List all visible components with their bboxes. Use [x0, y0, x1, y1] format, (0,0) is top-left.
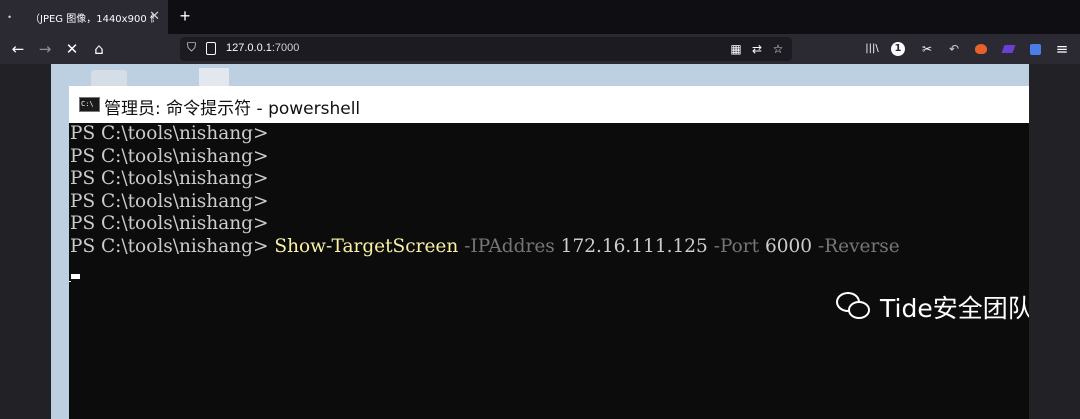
- bookmark-star-icon[interactable]: ☆: [770, 41, 786, 57]
- watermark-text: Tide安全团队: [880, 294, 1029, 323]
- powershell-console: PS C:\tools\nishang> PS C:\tools\nishang…: [69, 123, 1029, 419]
- screenshot-image: C:\ 管理员: 命令提示符 - powershell PS C:\tools\…: [51, 64, 1029, 419]
- param-token: -Port: [713, 235, 760, 257]
- back-button[interactable]: ←: [8, 39, 28, 59]
- extension-translate-icon[interactable]: [1026, 40, 1044, 58]
- menu-icon[interactable]: ≡: [1053, 40, 1071, 58]
- console-line: PS C:\tools\nishang>: [70, 123, 269, 144]
- arg-token: 6000: [764, 235, 813, 257]
- navigation-toolbar: ← → ✕ ⌂ ⛉ 127.0.0.1:7000 ▦ ⇄ ☆ |||\ 1 ✂ …: [0, 34, 1080, 64]
- tab-title: （JPEG 图像，1440x900 像素）: [30, 13, 154, 25]
- page-viewport: C:\ 管理员: 命令提示符 - powershell PS C:\tools\…: [0, 64, 1080, 419]
- home-button[interactable]: ⌂: [89, 39, 109, 59]
- arg-token: 172.16.111.125: [560, 235, 708, 257]
- new-tab-button[interactable]: +: [175, 6, 195, 26]
- tab-jpeg-image[interactable]: • （JPEG 图像，1440x900 像素） ✕: [0, 0, 168, 34]
- url-text[interactable]: 127.0.0.1:7000: [226, 42, 299, 54]
- translate-icon[interactable]: ⇄: [749, 41, 765, 57]
- stop-button[interactable]: ✕: [62, 39, 82, 59]
- console-line: PS C:\tools\nishang>: [70, 168, 269, 189]
- console-line: PS C:\tools\nishang>: [70, 213, 269, 234]
- console-line: PS C:\tools\nishang>: [70, 145, 269, 167]
- extension-purple-icon[interactable]: [999, 40, 1017, 58]
- tab-strip: • （JPEG 图像，1440x900 像素） ✕ +: [0, 0, 1080, 34]
- library-icon[interactable]: |||\: [863, 40, 881, 58]
- param-token: -Reverse: [817, 235, 900, 257]
- prompt-text: PS C:\tools\nishang>: [70, 235, 269, 257]
- tracking-shield-icon[interactable]: ⛉: [187, 40, 196, 55]
- wechat-icon: [834, 289, 874, 325]
- tab-close-icon[interactable]: ✕: [149, 9, 160, 23]
- account-badge-icon[interactable]: 1: [891, 42, 905, 56]
- console-command-line: PS C:\tools\nishang> Show-TargetScreen -…: [70, 236, 900, 258]
- forward-button[interactable]: →: [35, 39, 55, 59]
- tab-favicon-icon: •: [8, 12, 12, 22]
- cmdlet-token: Show-TargetScreen: [274, 235, 459, 257]
- text-cursor: [71, 274, 80, 279]
- page-info-icon[interactable]: [206, 42, 216, 55]
- crop-icon[interactable]: ✂: [918, 40, 936, 58]
- console-line: PS C:\tools\nishang>: [70, 190, 269, 212]
- undo-icon[interactable]: ↶: [945, 40, 963, 58]
- selection-corner: [69, 281, 71, 289]
- console-title-bar: C:\ 管理员: 命令提示符 - powershell: [69, 86, 1029, 123]
- extension-fox-icon[interactable]: [972, 40, 990, 58]
- cmd-icon: C:\: [79, 97, 100, 112]
- watermark: Tide安全团队: [834, 287, 1029, 327]
- param-token: -IPAddres: [464, 235, 555, 257]
- qr-code-icon[interactable]: ▦: [728, 41, 744, 57]
- url-bar[interactable]: ⛉ 127.0.0.1:7000 ▦ ⇄ ☆: [180, 37, 792, 61]
- window-title: 管理员: 命令提示符 - powershell: [104, 99, 361, 119]
